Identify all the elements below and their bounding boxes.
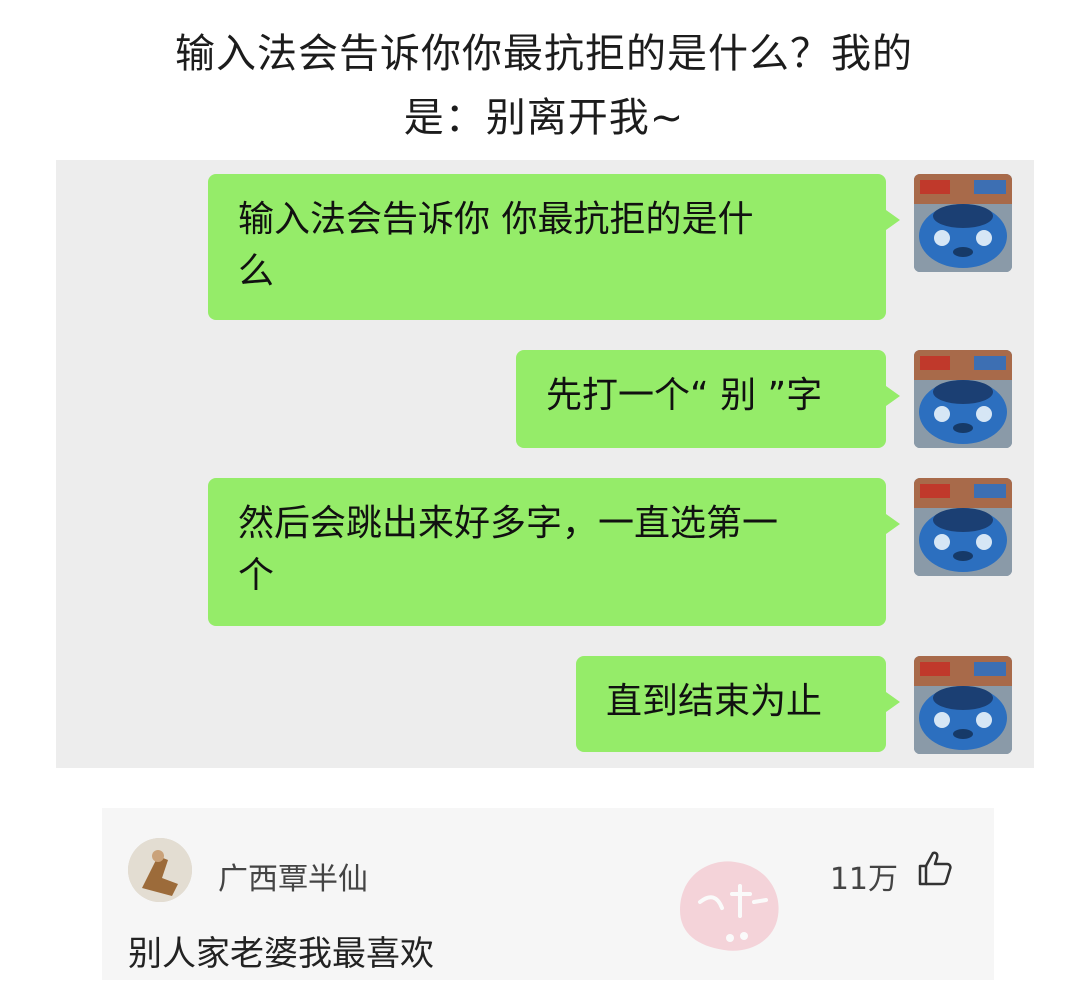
- chat-bubble[interactable]: 直到结束为止: [576, 656, 900, 752]
- chat-bubble-text: 然后会跳出来好多字，一直选第一: [238, 503, 779, 544]
- like-count: 11万: [829, 862, 898, 897]
- post-title: 输入法会告诉你你最抗拒的是什么？我的 是：别离开我~: [0, 22, 1088, 150]
- chat-bubble[interactable]: 输入法会告诉你 你最抗拒的是什 么: [208, 174, 900, 320]
- chat-bubble-text: 么: [238, 251, 275, 292]
- avatar[interactable]: [914, 350, 1012, 448]
- avatar[interactable]: [914, 656, 1012, 754]
- chat-bubble-text: 个: [238, 555, 275, 596]
- thumbs-up-icon[interactable]: [914, 848, 954, 888]
- blue-car-avatar-icon: [914, 656, 1012, 754]
- avatar[interactable]: [914, 478, 1012, 576]
- post-title-line2: 是：别离开我~: [403, 95, 685, 141]
- chat-bubble[interactable]: 然后会跳出来好多字，一直选第一 个: [208, 478, 900, 626]
- blue-car-avatar-icon: [914, 350, 1012, 448]
- post-title-line1: 输入法会告诉你你最抗拒的是什么？我的: [175, 31, 913, 77]
- chat-bubble-text: 输入法会告诉你 你最抗拒的是什: [238, 199, 754, 240]
- comment-card: 广西覃半仙 11万 别人家老婆我最喜欢: [102, 808, 994, 980]
- avatar[interactable]: [914, 174, 1012, 272]
- chat-bubble-text: 直到结束为止: [606, 681, 823, 722]
- commenter-avatar[interactable]: [128, 838, 192, 902]
- comment-text: 别人家老婆我最喜欢: [128, 934, 434, 974]
- commenter-avatar-icon: [128, 838, 192, 902]
- chat-bubble-text: 先打一个“ 别 ”字: [546, 375, 823, 416]
- blue-car-avatar-icon: [914, 174, 1012, 272]
- blue-car-avatar-icon: [914, 478, 1012, 576]
- watermark-stamp-icon: [680, 861, 779, 951]
- commenter-username[interactable]: 广西覃半仙: [218, 854, 368, 898]
- chat-bubble[interactable]: 先打一个“ 别 ”字: [516, 350, 900, 448]
- chat-panel: 输入法会告诉你 你最抗拒的是什 么 先打一个“ 别 ”字 然后会跳出来好多字，一…: [56, 160, 1034, 768]
